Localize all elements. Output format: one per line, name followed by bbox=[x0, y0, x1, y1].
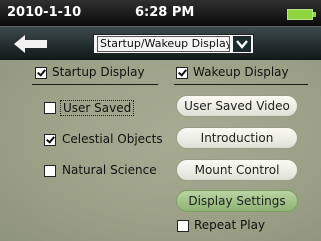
status-date: 2010-1-10 bbox=[7, 5, 82, 20]
wakeup-divider bbox=[174, 84, 308, 85]
wakeup-display-checkbox[interactable] bbox=[176, 67, 188, 79]
introduction-button[interactable]: Introduction bbox=[176, 127, 298, 149]
repeat-play-checkbox[interactable] bbox=[177, 220, 189, 232]
battery-full-icon bbox=[287, 9, 316, 20]
startup-divider bbox=[32, 84, 158, 85]
user-saved-checkbox[interactable] bbox=[44, 102, 56, 114]
page-title: Startup/Wakeup Display bbox=[97, 36, 230, 52]
natural-science-checkbox[interactable] bbox=[44, 165, 56, 177]
celestial-objects-checkbox[interactable] bbox=[44, 134, 56, 146]
wakeup-display-label: Wakeup Display bbox=[193, 65, 289, 79]
natural-science-label: Natural Science bbox=[62, 163, 157, 177]
back-arrow-icon[interactable] bbox=[14, 35, 48, 53]
settings-panel: Startup Display User Saved Celestial Obj… bbox=[0, 60, 321, 241]
startup-display-checkbox[interactable] bbox=[35, 67, 47, 79]
display-mode-select[interactable]: Startup/Wakeup Display bbox=[93, 34, 254, 54]
device-screen: 2010-1-10 6:28 PM Startup/Wakeup Display… bbox=[0, 0, 321, 241]
startup-display-label: Startup Display bbox=[52, 65, 145, 79]
display-settings-button[interactable]: Display Settings bbox=[176, 190, 298, 212]
mount-control-button[interactable]: Mount Control bbox=[176, 159, 298, 181]
user-saved-video-button[interactable]: User Saved Video bbox=[176, 95, 298, 117]
user-saved-label: User Saved bbox=[60, 100, 135, 116]
celestial-objects-label: Celestial Objects bbox=[62, 132, 163, 146]
status-time: 6:28 PM bbox=[135, 5, 195, 20]
repeat-play-label: Repeat Play bbox=[194, 218, 266, 232]
chevron-down-icon[interactable] bbox=[233, 36, 251, 52]
status-bar: 2010-1-10 6:28 PM bbox=[0, 0, 321, 26]
title-bar: Startup/Wakeup Display bbox=[0, 26, 321, 61]
